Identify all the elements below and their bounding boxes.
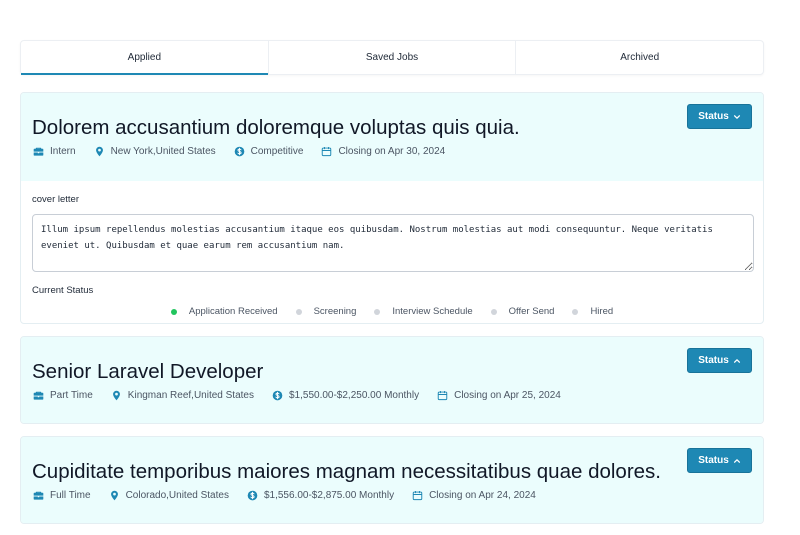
status-button-label: Status bbox=[698, 111, 729, 122]
step-dot bbox=[295, 308, 302, 315]
job-location-text: New York,United States bbox=[110, 146, 216, 157]
job-card-header: Senior Laravel Developer Status Part Tim… bbox=[21, 337, 763, 423]
status-button[interactable]: Status bbox=[687, 104, 752, 129]
job-title: Cupiditate temporibus maiores magnam nec… bbox=[32, 460, 662, 483]
dollar-icon bbox=[247, 490, 258, 501]
job-card-header: Cupiditate temporibus maiores magnam nec… bbox=[21, 437, 763, 523]
job-location-text: Colorado,United States bbox=[125, 490, 229, 501]
briefcase-icon bbox=[33, 146, 44, 157]
briefcase-icon bbox=[33, 390, 44, 401]
job-salary-text: $1,556.00-$2,875.00 Monthly bbox=[263, 490, 395, 501]
job-title: Dolorem accusantium doloremque voluptas … bbox=[32, 116, 520, 139]
calendar-icon bbox=[437, 390, 448, 401]
status-button-label: Status bbox=[698, 455, 729, 466]
tab-applied[interactable]: Applied bbox=[21, 41, 269, 75]
status-step: Interview Schedule bbox=[374, 306, 473, 317]
job-type-text: Intern bbox=[50, 146, 76, 157]
job-closing: Closing on Apr 30, 2024 bbox=[321, 146, 445, 157]
dollar-icon bbox=[272, 390, 283, 401]
calendar-icon bbox=[321, 146, 332, 157]
job-type-text: Part Time bbox=[50, 390, 93, 401]
job-type: Full Time bbox=[33, 490, 91, 501]
job-closing: Closing on Apr 24, 2024 bbox=[412, 490, 536, 501]
job-salary-text: Competitive bbox=[250, 146, 304, 157]
step-label: Interview Schedule bbox=[392, 306, 473, 317]
job-meta: Intern New York,United States Competitiv… bbox=[33, 146, 463, 157]
tab-archived[interactable]: Archived bbox=[516, 41, 763, 74]
status-step: Offer Send bbox=[490, 306, 555, 317]
job-meta: Part Time Kingman Reef,United States $1,… bbox=[33, 390, 579, 401]
job-card-header: Dolorem accusantium doloremque voluptas … bbox=[21, 93, 763, 181]
job-closing-text: Closing on Apr 30, 2024 bbox=[338, 146, 446, 157]
job-type-text: Full Time bbox=[50, 490, 91, 501]
step-label: Offer Send bbox=[508, 306, 555, 317]
job-location: Kingman Reef,United States bbox=[111, 390, 254, 401]
chevron-down-icon bbox=[733, 113, 741, 121]
status-step: Hired bbox=[572, 306, 613, 317]
location-pin-icon bbox=[111, 390, 122, 401]
job-closing-text: Closing on Apr 24, 2024 bbox=[429, 490, 536, 501]
job-meta: Full Time Colorado,United States $1,556.… bbox=[33, 490, 554, 501]
job-salary: Competitive bbox=[234, 146, 304, 157]
job-card: Cupiditate temporibus maiores magnam nec… bbox=[20, 436, 764, 524]
step-label: Hired bbox=[590, 306, 614, 317]
step-dot bbox=[374, 308, 381, 315]
step-dot bbox=[572, 308, 579, 315]
job-salary: $1,556.00-$2,875.00 Monthly bbox=[247, 490, 394, 501]
job-location: New York,United States bbox=[94, 146, 216, 157]
status-step: Application Received bbox=[170, 306, 278, 317]
current-status-label: Current Status bbox=[32, 285, 94, 296]
step-dot bbox=[490, 308, 497, 315]
step-label: Application Received bbox=[188, 306, 278, 317]
tab-label: Saved Jobs bbox=[365, 52, 419, 63]
dollar-icon bbox=[234, 146, 245, 157]
job-closing-text: Closing on Apr 25, 2024 bbox=[454, 390, 561, 401]
status-button[interactable]: Status bbox=[687, 348, 752, 373]
job-card: Senior Laravel Developer Status Part Tim… bbox=[20, 336, 764, 424]
cover-letter-label: cover letter bbox=[32, 194, 79, 205]
status-steps: Application Received Screening Interview… bbox=[21, 306, 763, 317]
tab-label: Archived bbox=[620, 52, 660, 63]
step-dot-done bbox=[170, 308, 177, 315]
status-button-label: Status bbox=[698, 355, 729, 366]
step-label: Screening bbox=[313, 306, 357, 317]
calendar-icon bbox=[412, 490, 423, 501]
job-location-text: Kingman Reef,United States bbox=[127, 390, 254, 401]
tab-label: Applied bbox=[127, 52, 162, 63]
cover-letter-textarea[interactable]: Illum ipsum repellendus molestias accusa… bbox=[32, 214, 754, 272]
job-type: Part Time bbox=[33, 390, 93, 401]
job-title: Senior Laravel Developer bbox=[32, 360, 264, 383]
job-location: Colorado,United States bbox=[109, 490, 229, 501]
location-pin-icon bbox=[109, 490, 120, 501]
chevron-up-icon bbox=[733, 357, 741, 365]
status-button[interactable]: Status bbox=[687, 448, 752, 473]
tab-saved-jobs[interactable]: Saved Jobs bbox=[269, 41, 517, 74]
status-step: Screening bbox=[295, 306, 357, 317]
job-closing: Closing on Apr 25, 2024 bbox=[437, 390, 561, 401]
briefcase-icon bbox=[33, 490, 44, 501]
job-card: Dolorem accusantium doloremque voluptas … bbox=[20, 92, 764, 324]
location-pin-icon bbox=[94, 146, 105, 157]
job-salary-text: $1,550.00-$2,250.00 Monthly bbox=[288, 390, 420, 401]
job-salary: $1,550.00-$2,250.00 Monthly bbox=[272, 390, 419, 401]
job-type: Intern bbox=[33, 146, 76, 157]
tab-bar: Applied Saved Jobs Archived bbox=[20, 40, 764, 75]
chevron-up-icon bbox=[733, 457, 741, 465]
